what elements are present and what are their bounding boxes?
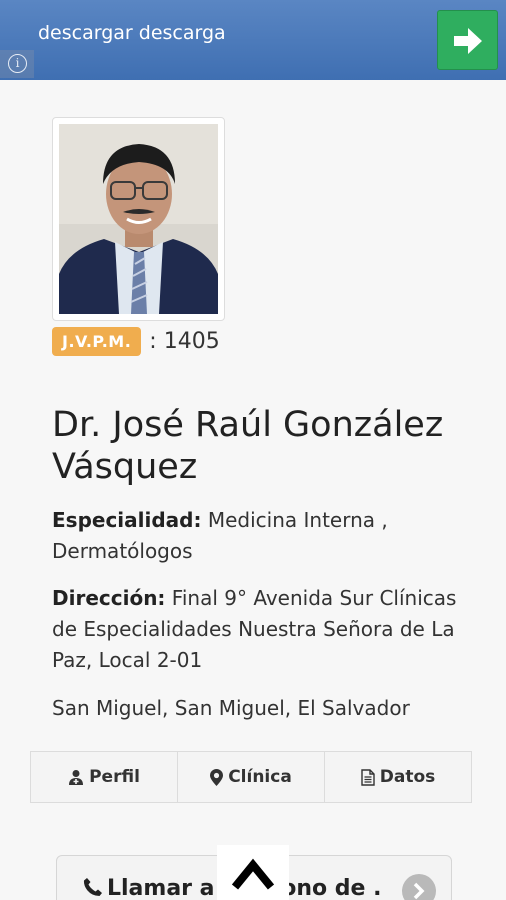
city-text: San Miguel, San Miguel, El Salvador (52, 696, 410, 720)
ad-text[interactable]: descargar descarga (38, 22, 226, 44)
license-badge: J.V.P.M. (52, 326, 142, 356)
address-label: Dirección: (52, 586, 166, 610)
doctor-photo (52, 117, 225, 321)
address-info: Dirección: Final 9° Avenida Sur Clínicas… (52, 583, 472, 676)
tab-perfil-label: Perfil (89, 767, 140, 787)
ad-go-button[interactable] (437, 10, 498, 70)
chevron-right-icon (402, 874, 436, 900)
profile-tabs: Perfil Clínica Datos (30, 751, 472, 803)
specialty-label: Especialidad: (52, 508, 202, 532)
tab-datos-label: Datos (379, 767, 436, 787)
phone-icon (83, 878, 102, 896)
doctor-name: Dr. José Raúl González Vásquez (52, 405, 444, 487)
chevron-up-icon (231, 858, 275, 890)
license-number: : 1405 (149, 328, 220, 354)
file-icon (361, 768, 375, 786)
specialty-info: Especialidad: Medicina Interna , Dermató… (52, 505, 472, 567)
tab-clinica[interactable]: Clínica (178, 752, 325, 802)
tab-perfil[interactable]: Perfil (31, 752, 178, 802)
doctor-portrait-image (59, 124, 218, 314)
ad-info-button[interactable]: i (0, 50, 34, 78)
ad-banner[interactable]: descargar descarga i (0, 0, 506, 80)
map-marker-icon (210, 768, 224, 786)
scroll-top-button[interactable] (217, 845, 289, 900)
info-icon: i (8, 54, 27, 73)
user-md-icon (69, 770, 84, 785)
tab-datos[interactable]: Datos (325, 752, 471, 802)
tab-clinica-label: Clínica (228, 767, 292, 787)
arrow-right-icon (454, 28, 482, 54)
license-row: J.V.P.M. : 1405 (52, 325, 220, 357)
